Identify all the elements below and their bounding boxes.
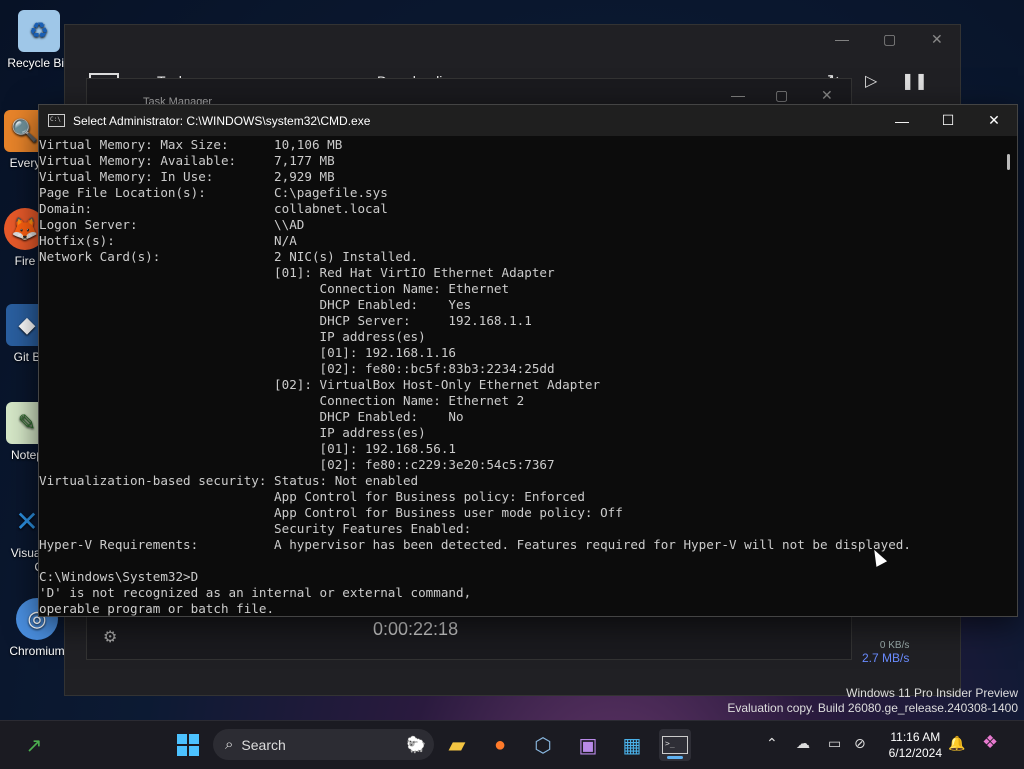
maximize-icon[interactable]: ▢ — [883, 31, 896, 48]
console-scrollbar[interactable] — [999, 137, 1017, 616]
minimize-button[interactable]: — — [879, 105, 925, 136]
console-line: App Control for Business policy: Enforce… — [39, 489, 585, 504]
console-line: operable program or batch file. — [39, 601, 275, 616]
console-line: [02]: VirtualBox Host-Only Ethernet Adap… — [39, 377, 601, 392]
console-line: IP address(es) — [39, 329, 426, 344]
console-output[interactable]: Virtual Memory: Max Size: 10,106 MB Virtu… — [39, 137, 999, 616]
firefox-button[interactable]: ● — [484, 729, 516, 761]
console-line: [01]: 192.168.1.16 — [39, 345, 457, 360]
console-line: Connection Name: Ethernet — [39, 281, 510, 296]
maximize-button[interactable]: ☐ — [925, 105, 971, 136]
maximize-icon[interactable]: ▢ — [775, 87, 788, 104]
network-icon[interactable]: ⊘ — [854, 735, 866, 752]
cmd-titlebar[interactable]: C:\ Select Administrator: C:\WINDOWS\sys… — [39, 105, 1017, 136]
notification-bell-icon[interactable]: 🔔 — [948, 735, 965, 752]
console-line: Virtual Memory: In Use: 2,929 MB — [39, 169, 335, 184]
terminal-icon: >_ — [662, 736, 688, 754]
windows-logo-icon — [177, 734, 199, 756]
virtualbox-button[interactable]: ⬡ — [527, 729, 559, 761]
terminal-button[interactable]: >_ — [659, 729, 691, 761]
clock-date: 6/12/2024 — [888, 746, 942, 760]
console-line: DHCP Enabled: No — [39, 409, 464, 424]
console-line: Virtualization-based security: Status: N… — [39, 473, 419, 488]
search-placeholder: Search — [241, 736, 286, 753]
active-indicator — [667, 756, 683, 759]
minimize-icon[interactable]: — — [835, 31, 849, 47]
evaluation-watermark: Windows 11 Pro Insider Preview Evaluatio… — [727, 686, 1018, 716]
scrollbar-thumb[interactable] — [1007, 154, 1010, 170]
console-line: [01]: 192.168.56.1 — [39, 441, 457, 456]
console-line: Virtual Memory: Max Size: 10,106 MB — [39, 137, 343, 152]
console-line: [02]: fe80::c229:3e20:54c5:7367 — [39, 457, 555, 472]
console-line: Hyper-V Requirements: A hypervisor has b… — [39, 537, 911, 552]
show-hidden-icons-icon[interactable]: ⌃ — [766, 735, 778, 752]
minimize-icon[interactable]: — — [731, 87, 745, 103]
console-line: [02]: fe80::bc5f:83b3:2234:25dd — [39, 361, 555, 376]
console-line: C:\Windows\System32>D — [39, 569, 199, 584]
search-highlight-icon: 🐑 — [406, 736, 426, 754]
speed-small: 0 KB/s — [879, 640, 910, 651]
cloud-offline-icon[interactable]: ☁ — [796, 735, 810, 752]
start-button[interactable] — [172, 729, 204, 761]
search-icon: ⌕ — [225, 736, 234, 753]
recycle-bin-icon: ♻ — [18, 10, 60, 52]
console-line: [01]: Red Hat VirtIO Ethernet Adapter — [39, 265, 555, 280]
cmd-icon: C:\ — [48, 114, 65, 127]
close-button[interactable]: ✕ — [971, 105, 1017, 136]
console-line: Page File Location(s): C:\pagefile.sys — [39, 185, 388, 200]
console-line: App Control for Business user mode polic… — [39, 505, 623, 520]
clock-time: 11:16 AM — [890, 730, 941, 744]
close-icon[interactable]: ✕ — [821, 87, 833, 104]
watermark-line-1: Windows 11 Pro Insider Preview — [846, 686, 1018, 700]
speed-big: 2.7 MB/s — [862, 651, 910, 665]
watermark-line-2: Evaluation copy. Build 26080.ge_release.… — [727, 701, 1018, 715]
speed-indicator: 0 KB/s 2.7 MB/s — [862, 640, 909, 665]
app-button-purple[interactable]: ▣ — [572, 729, 604, 761]
pause-icon[interactable]: ❚❚ — [901, 71, 928, 91]
close-icon[interactable]: ✕ — [931, 31, 943, 48]
console-line: Security Features Enabled: — [39, 521, 472, 536]
console-line: Connection Name: Ethernet 2 — [39, 393, 525, 408]
console-line: Domain: collabnet.local — [39, 201, 388, 216]
desktop-icon-label: Chromium — [9, 644, 65, 658]
console-line: IP address(es) — [39, 425, 426, 440]
copilot-icon[interactable]: ❖ — [982, 732, 998, 753]
elapsed-time: 0:00:22:18 — [373, 619, 459, 639]
cmd-window-title: Select Administrator: C:\WINDOWS\system3… — [73, 113, 371, 128]
clock[interactable]: 11:16 AM 6/12/2024 — [889, 729, 942, 761]
widgets-button[interactable]: ↗ — [18, 729, 50, 761]
taskbar-search[interactable]: ⌕ Search 🐑 — [213, 729, 434, 760]
console-line: Virtual Memory: Available: 7,177 MB — [39, 153, 335, 168]
taskbar: ↗ ⌕ Search 🐑 ▰ ● ⬡ ▣ ▦ >_ ⌃ ☁ ▭ ⊘ 11:16 … — [0, 720, 1024, 769]
console-line: DHCP Server: 192.168.1.1 — [39, 313, 532, 328]
cmd-window[interactable]: C:\ Select Administrator: C:\WINDOWS\sys… — [38, 104, 1018, 617]
play-icon[interactable]: ▷ — [865, 71, 877, 91]
console-line: 'D' is not recognized as an internal or … — [39, 585, 472, 600]
app-button-monitor[interactable]: ▦ — [616, 729, 648, 761]
display-icon[interactable]: ▭ — [828, 735, 841, 752]
settings-icon[interactable]: ⚙ — [103, 627, 117, 647]
console-line: DHCP Enabled: Yes — [39, 297, 472, 312]
file-explorer-button[interactable]: ▰ — [441, 729, 473, 761]
console-line: Logon Server: \\AD — [39, 217, 305, 232]
console-line: Network Card(s): 2 NIC(s) Installed. — [39, 249, 419, 264]
console-line: Hotfix(s): N/A — [39, 233, 297, 248]
